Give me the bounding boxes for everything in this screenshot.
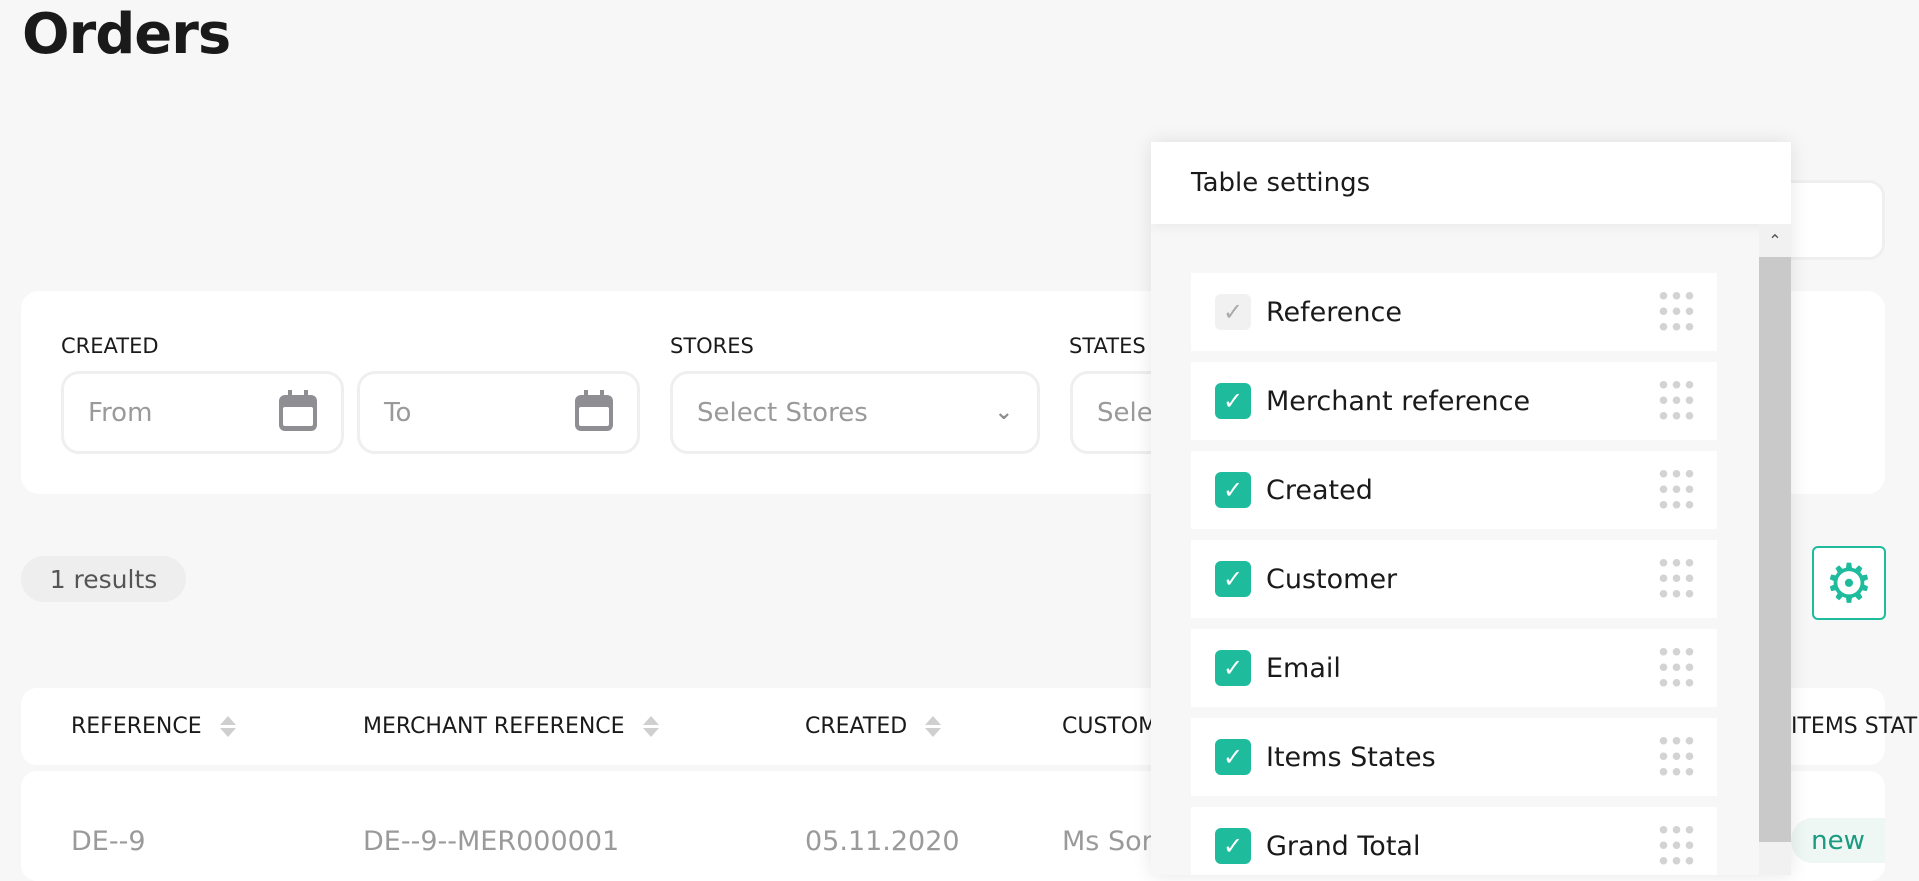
checkbox[interactable]: ✓ — [1215, 383, 1251, 419]
scroll-up-icon[interactable]: ⌃ — [1759, 224, 1791, 256]
gear-icon: ⚙ — [1824, 551, 1874, 615]
settings-item-merchant-reference[interactable]: ✓ Merchant reference — [1191, 362, 1717, 440]
checkbox[interactable]: ✓ — [1215, 828, 1251, 864]
sort-icon[interactable] — [925, 716, 942, 737]
page-title: Orders — [22, 2, 231, 67]
column-label: MERCHANT REFERENCE — [363, 714, 625, 739]
column-header-merchant-reference[interactable]: MERCHANT REFERENCE — [363, 714, 659, 739]
cell-reference[interactable]: DE--9 — [71, 826, 146, 857]
settings-title: Table settings — [1151, 142, 1791, 224]
settings-item-reference[interactable]: ✓ Reference — [1191, 273, 1717, 351]
column-header-reference[interactable]: REFERENCE — [71, 714, 236, 739]
settings-item-grand-total[interactable]: ✓ Grand Total — [1191, 807, 1717, 875]
cell-created: 05.11.2020 — [805, 826, 960, 857]
created-from-input[interactable]: From — [61, 371, 344, 454]
column-label: REFERENCE — [71, 714, 202, 739]
cell-merchant-reference: DE--9--MER000001 — [363, 826, 620, 857]
settings-item-label: Items States — [1266, 741, 1436, 773]
checkbox[interactable]: ✓ — [1215, 739, 1251, 775]
drag-handle-icon[interactable] — [1657, 466, 1695, 512]
settings-item-label: Email — [1266, 652, 1341, 684]
settings-item-email[interactable]: ✓ Email — [1191, 629, 1717, 707]
created-filter-label: CREATED — [61, 334, 159, 358]
calendar-icon[interactable] — [279, 389, 317, 431]
from-placeholder: From — [88, 397, 153, 428]
settings-item-label: Grand Total — [1266, 830, 1421, 862]
table-settings-panel: Table settings ⌃ ✓ Reference ✓ Merchant ref… — [1151, 142, 1791, 875]
sort-icon[interactable] — [219, 716, 236, 737]
drag-handle-icon[interactable] — [1657, 288, 1695, 334]
chevron-down-icon: ⌄ — [994, 400, 1013, 425]
settings-item-label: Merchant reference — [1266, 385, 1531, 417]
settings-item-label: Customer — [1266, 563, 1398, 595]
stores-select[interactable]: Select Stores ⌄ — [670, 371, 1040, 454]
table-settings-button[interactable]: ⚙ — [1812, 546, 1886, 620]
drag-handle-icon[interactable] — [1657, 377, 1695, 423]
stores-placeholder: Select Stores — [697, 397, 868, 428]
checkbox: ✓ — [1215, 294, 1251, 330]
settings-item-customer[interactable]: ✓ Customer — [1191, 540, 1717, 618]
created-to-input[interactable]: To — [357, 371, 640, 454]
checkbox[interactable]: ✓ — [1215, 650, 1251, 686]
results-count: 1 results — [21, 556, 186, 602]
column-header-created[interactable]: CREATED — [805, 714, 942, 739]
scrollbar-thumb[interactable] — [1759, 257, 1791, 842]
column-label: CREATED — [805, 714, 908, 739]
drag-handle-icon[interactable] — [1657, 822, 1695, 868]
states-filter-label: STATES — [1069, 334, 1146, 358]
drag-handle-icon[interactable] — [1657, 555, 1695, 601]
column-header-items-states[interactable]: ITEMS STATES — [1791, 714, 1919, 739]
settings-item-label: Created — [1266, 474, 1373, 506]
settings-item-created[interactable]: ✓ Created — [1191, 451, 1717, 529]
settings-item-label: Reference — [1266, 296, 1402, 328]
drag-handle-icon[interactable] — [1657, 733, 1695, 779]
sort-icon[interactable] — [642, 716, 659, 737]
items-state-badge: new — [1791, 818, 1885, 863]
checkbox[interactable]: ✓ — [1215, 561, 1251, 597]
calendar-icon[interactable] — [575, 389, 613, 431]
column-label: ITEMS STATES — [1791, 714, 1919, 739]
settings-item-items-states[interactable]: ✓ Items States — [1191, 718, 1717, 796]
to-placeholder: To — [384, 397, 412, 428]
checkbox[interactable]: ✓ — [1215, 472, 1251, 508]
stores-filter-label: STORES — [670, 334, 754, 358]
drag-handle-icon[interactable] — [1657, 644, 1695, 690]
